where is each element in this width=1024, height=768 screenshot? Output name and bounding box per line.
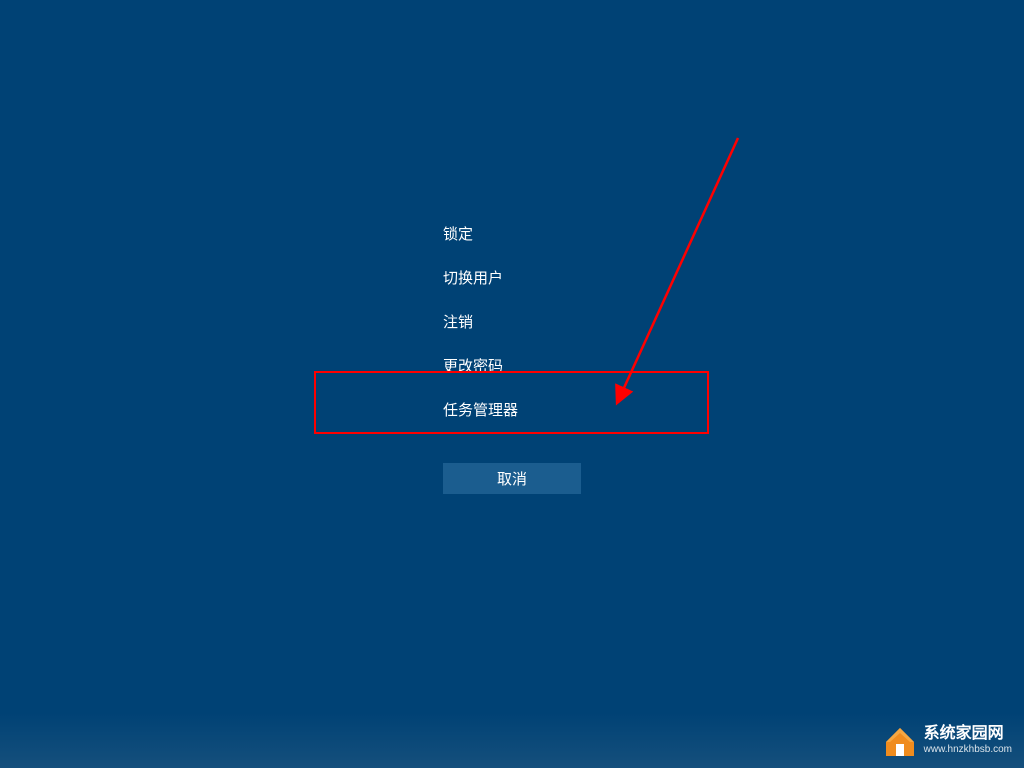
menu-item-switch-user[interactable]: 切换用户 [443,257,518,301]
security-options-menu: 锁定 切换用户 注销 更改密码 任务管理器 [443,213,518,433]
watermark-text: 系统家园网 www.hnzkhbsb.com [924,724,1012,755]
watermark-url: www.hnzkhbsb.com [924,744,1012,756]
menu-item-lock[interactable]: 锁定 [443,213,518,257]
watermark: 系统家园网 www.hnzkhbsb.com [882,722,1012,758]
watermark-title: 系统家园网 [924,724,1012,743]
menu-item-task-manager[interactable]: 任务管理器 [443,389,518,433]
bottom-gradient [0,713,1024,768]
menu-item-change-password[interactable]: 更改密码 [443,345,518,389]
menu-item-sign-out[interactable]: 注销 [443,301,518,345]
cancel-button[interactable]: 取消 [443,463,581,494]
annotation-arrow [608,133,748,413]
house-icon [882,722,918,758]
